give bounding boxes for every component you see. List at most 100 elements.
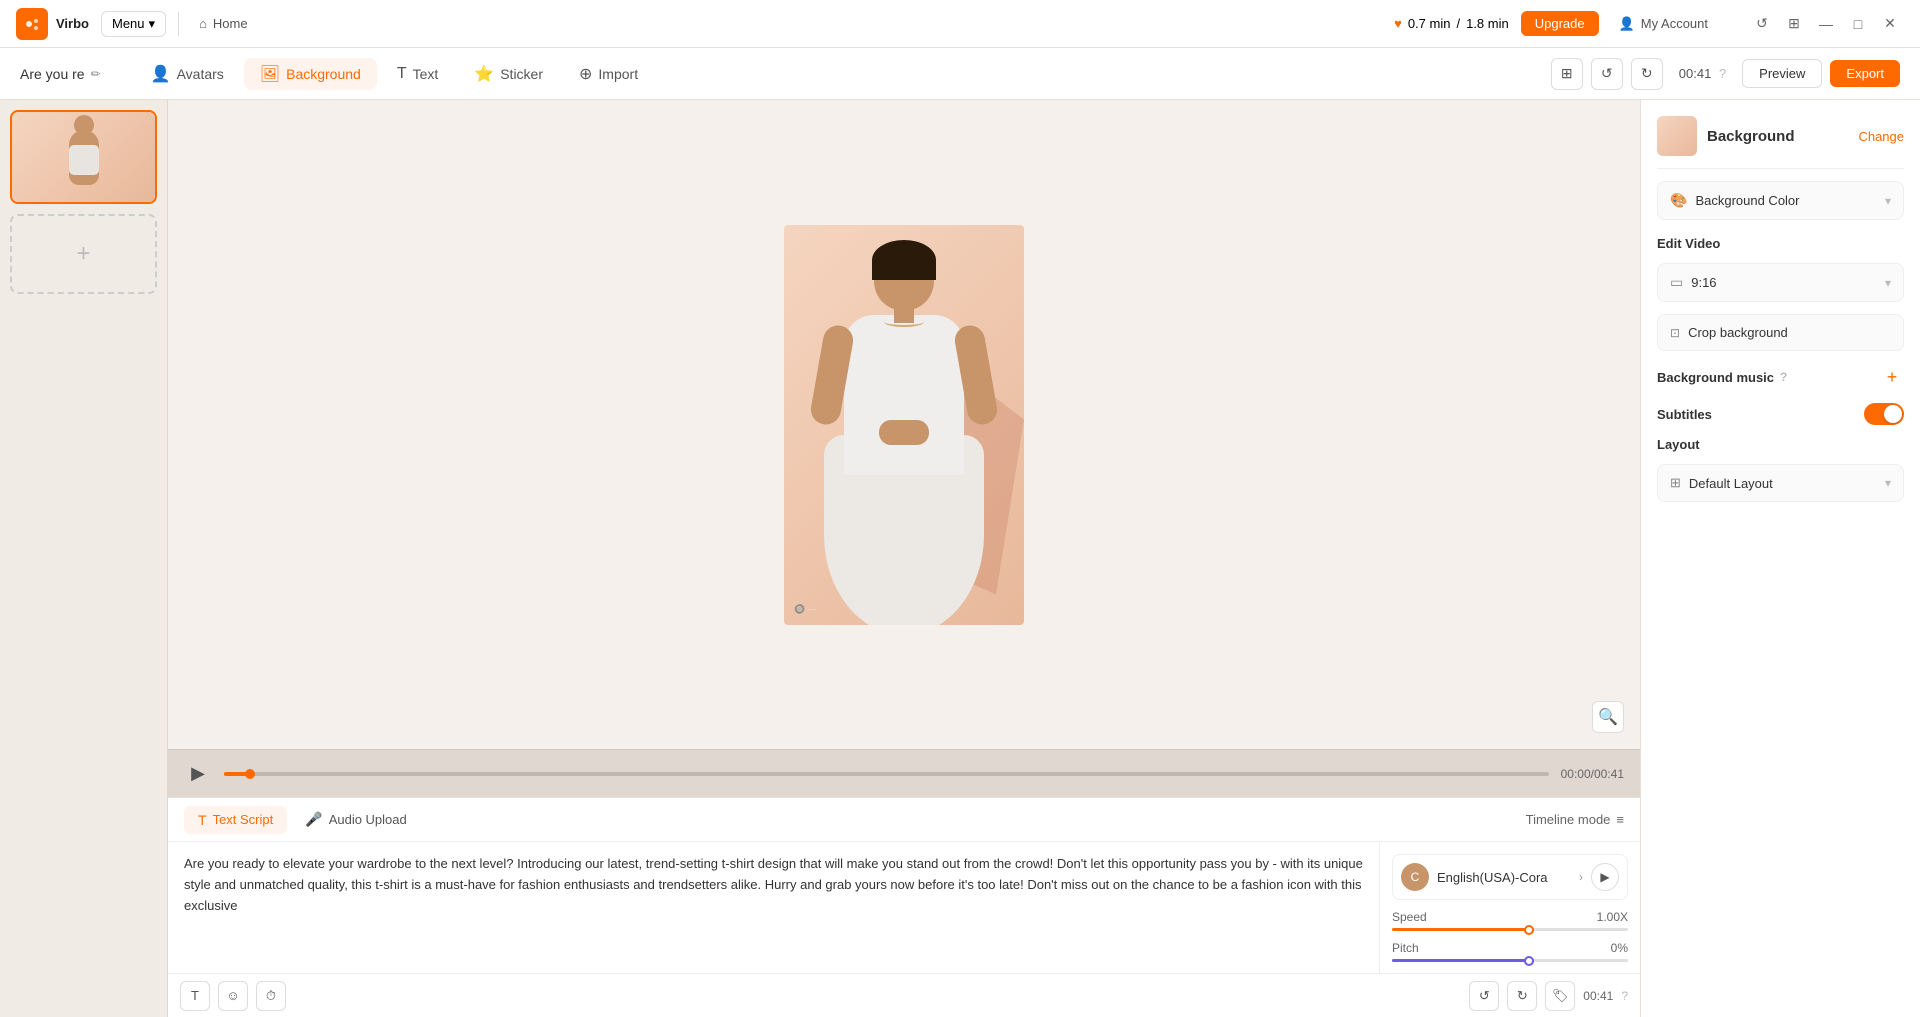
background-header: Background Change <box>1657 116 1904 169</box>
time-total: 1.8 min <box>1466 16 1509 31</box>
pitch-thumb[interactable] <box>1524 956 1534 966</box>
minimize-button[interactable]: — <box>1812 10 1840 38</box>
apps-button[interactable]: ⊞ <box>1780 10 1808 38</box>
timer-button[interactable]: ⏱ <box>256 981 286 1011</box>
text-label: Text <box>413 66 439 82</box>
app-name: Virbo <box>56 16 89 31</box>
speed-label: Speed <box>1392 910 1427 924</box>
pitch-slider[interactable] <box>1392 959 1628 962</box>
background-title: Background <box>1707 128 1848 145</box>
topbar-divider <box>178 12 179 36</box>
color-palette-icon: 🎨 <box>1670 192 1687 209</box>
tab-sticker[interactable]: ⭐ Sticker <box>458 58 559 90</box>
layout-label-text: Default Layout <box>1689 476 1885 491</box>
timeline-area: ▶ 00:00/00:41 <box>168 749 1640 797</box>
script-help-icon: ? <box>1621 989 1628 1003</box>
emoji-button[interactable]: ☺ <box>218 981 248 1011</box>
text-format-button[interactable]: T <box>180 981 210 1011</box>
speed-value: 1.00X <box>1597 910 1628 924</box>
background-music-row: Background music ? + <box>1657 363 1904 391</box>
crop-background-row[interactable]: ⊡ Crop background <box>1657 314 1904 351</box>
undo-button[interactable]: ↺ <box>1748 10 1776 38</box>
script-text-area[interactable]: Are you ready to elevate your wardrobe t… <box>168 842 1380 973</box>
voice-play-button[interactable]: ▶ <box>1591 863 1619 891</box>
home-button[interactable]: ⌂ Home <box>191 12 256 35</box>
edit-title-icon[interactable]: ✏ <box>91 67 101 81</box>
text-icon: T <box>397 65 407 83</box>
toolbar: Are you re ✏ 👤 Avatars 🖼 Background T Te… <box>0 48 1920 100</box>
script-text-content: Are you ready to elevate your wardrobe t… <box>184 856 1363 913</box>
speed-thumb[interactable] <box>1524 925 1534 935</box>
crop-icon: ⊡ <box>1670 326 1680 340</box>
tab-avatars[interactable]: 👤 Avatars <box>135 58 240 90</box>
tab-text-script[interactable]: T Text Script <box>184 806 287 834</box>
tab-import[interactable]: ⊕ Import <box>563 58 654 90</box>
timeline-mode-icon: ≡ <box>1616 812 1624 827</box>
main-layout: 1 + <box>0 100 1920 1017</box>
project-title: Are you re ✏ <box>20 66 101 82</box>
script-time-display: 00:41 <box>1583 989 1613 1003</box>
tab-text[interactable]: T Text <box>381 59 454 89</box>
script-content: Are you ready to elevate your wardrobe t… <box>168 842 1640 973</box>
text-script-icon: T <box>198 812 207 828</box>
maximize-button[interactable]: □ <box>1844 10 1872 38</box>
redo-edit-button[interactable]: ↻ <box>1631 58 1663 90</box>
play-button[interactable]: ▶ <box>184 760 212 788</box>
aspect-ratio-row[interactable]: ▭ 9:16 ▾ <box>1657 263 1904 302</box>
tab-background[interactable]: 🖼 Background <box>244 58 377 90</box>
upgrade-button[interactable]: Upgrade <box>1521 11 1599 36</box>
home-icon: ⌂ <box>199 16 207 31</box>
speed-slider[interactable] <box>1392 928 1628 931</box>
voice-avatar: C <box>1401 863 1429 891</box>
script-bottom-bar: T ☺ ⏱ ↺ ↻ 🏷 00:41 ? <box>168 973 1640 1017</box>
preview-button[interactable]: Preview <box>1742 59 1822 88</box>
edit-video-heading: Edit Video <box>1657 236 1904 251</box>
subtitles-label: Subtitles <box>1657 407 1864 422</box>
aspect-ratio-icon: ▭ <box>1670 274 1683 291</box>
time-counter: 00:00/00:41 <box>1561 767 1624 781</box>
time-used: 0.7 min <box>1408 16 1451 31</box>
canvas-content: 🔘 ··· <box>784 225 1024 625</box>
background-music-label: Background music ? <box>1657 370 1880 385</box>
script-area: T Text Script 🎤 Audio Upload Timeline mo… <box>168 797 1640 1017</box>
bg-color-chevron-icon: ▾ <box>1885 194 1891 208</box>
change-button[interactable]: Change <box>1858 129 1904 144</box>
subtitles-toggle[interactable] <box>1864 403 1904 425</box>
speed-fill <box>1392 928 1534 931</box>
menu-button[interactable]: Menu ▾ <box>101 11 166 37</box>
slide-item-1[interactable]: 1 <box>10 110 157 204</box>
avatars-icon: 👤 <box>151 64 171 84</box>
subtitles-row: Subtitles <box>1657 403 1904 425</box>
toolbar-time-value: 00:41 <box>1679 66 1712 81</box>
tab-audio-upload[interactable]: 🎤 Audio Upload <box>291 805 421 834</box>
import-icon: ⊕ <box>579 64 592 84</box>
save-button[interactable]: ⊞ <box>1551 58 1583 90</box>
aspect-ratio-label: 9:16 <box>1691 275 1885 290</box>
timeline-mode-btn[interactable]: Timeline mode ≡ <box>1526 812 1624 827</box>
ratio-chevron-icon: ▾ <box>1885 276 1891 290</box>
music-help-icon: ? <box>1780 370 1787 384</box>
undo-edit-button[interactable]: ↺ <box>1591 58 1623 90</box>
window-controls: ↺ ⊞ — □ ✕ <box>1748 10 1904 38</box>
export-button[interactable]: Export <box>1830 60 1900 87</box>
add-music-button[interactable]: + <box>1880 365 1904 389</box>
background-color-row[interactable]: 🎨 Background Color ▾ <box>1657 181 1904 220</box>
menu-chevron-icon: ▾ <box>149 16 156 32</box>
add-slide-button[interactable]: + <box>10 214 157 294</box>
canvas-and-timeline: 🔘 ··· 🔍 ▶ 00:00/00:41 <box>168 100 1640 797</box>
progress-bar[interactable] <box>224 772 1549 776</box>
audio-upload-icon: 🎤 <box>305 811 322 828</box>
help-icon: ? <box>1719 66 1726 81</box>
account-button[interactable]: 👤 My Account <box>1611 12 1716 36</box>
close-button[interactable]: ✕ <box>1876 10 1904 38</box>
zoom-button[interactable]: 🔍 <box>1592 701 1624 733</box>
layout-row[interactable]: ⊞ Default Layout ▾ <box>1657 464 1904 502</box>
music-label-text: Background music <box>1657 370 1774 385</box>
undo-script-button[interactable]: ↺ <box>1469 981 1499 1011</box>
tags-button[interactable]: 🏷 <box>1545 981 1575 1011</box>
menu-label: Menu <box>112 16 145 31</box>
pitch-value: 0% <box>1611 941 1628 955</box>
voice-selector[interactable]: C English(USA)-Cora › ▶ <box>1392 854 1628 900</box>
slides-panel: 1 + <box>0 100 168 1017</box>
redo-script-button[interactable]: ↻ <box>1507 981 1537 1011</box>
